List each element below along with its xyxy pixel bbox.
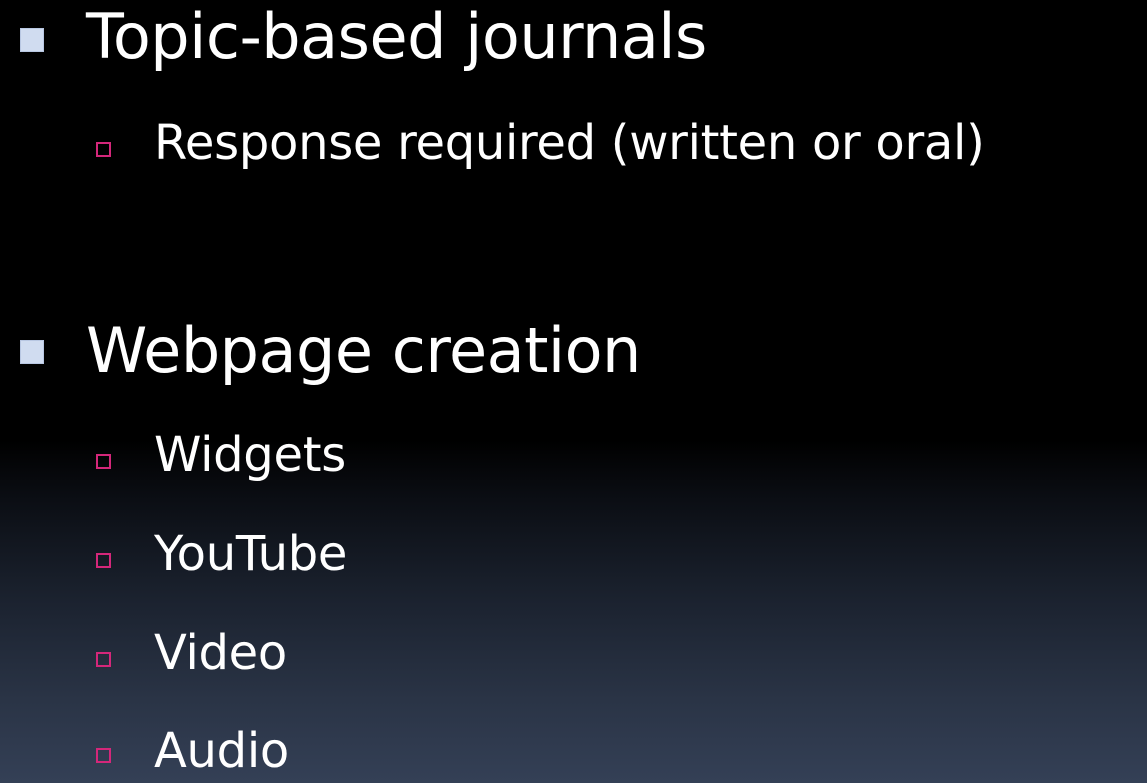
- slide: Topic-based journals Response required (…: [0, 0, 1147, 783]
- sub-bullet-text: YouTube: [154, 526, 348, 582]
- sub-bullet-text: Audio: [154, 723, 289, 779]
- filled-square-bullet-icon: [20, 340, 44, 364]
- sub-bullet-text: Widgets: [154, 427, 346, 483]
- bullet-text: Topic-based journals: [86, 0, 707, 73]
- filled-square-bullet-icon: [20, 28, 44, 52]
- hollow-square-bullet-icon: [96, 748, 111, 763]
- hollow-square-bullet-icon: [96, 553, 111, 568]
- bullet-text: Webpage creation: [86, 314, 641, 387]
- hollow-square-bullet-icon: [96, 652, 111, 667]
- sub-bullet-text: Response required (written or oral): [154, 115, 985, 171]
- hollow-square-bullet-icon: [96, 142, 111, 157]
- hollow-square-bullet-icon: [96, 454, 111, 469]
- sub-bullet-text: Video: [154, 625, 287, 681]
